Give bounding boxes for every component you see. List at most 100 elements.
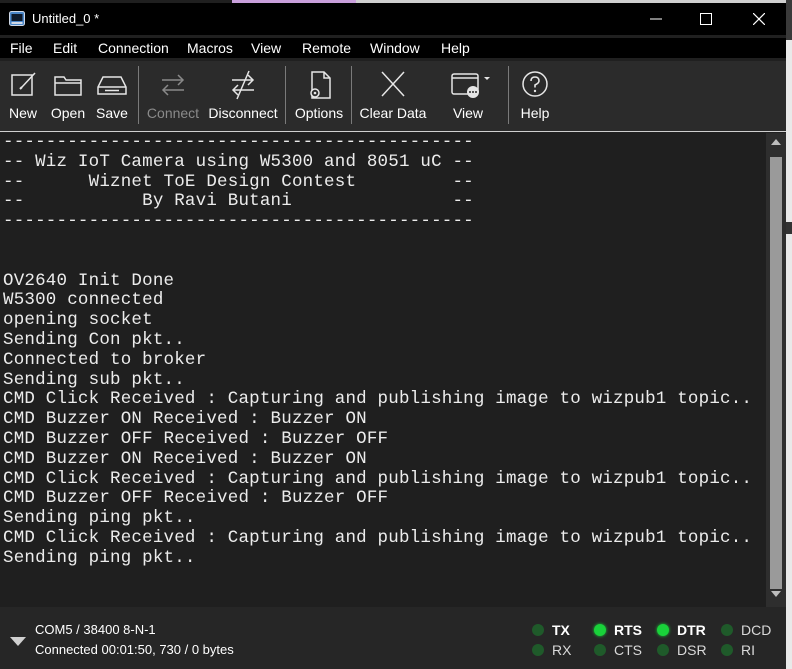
led-ri — [721, 644, 733, 656]
minimize-button[interactable] — [633, 3, 679, 35]
options-document-gear-icon — [310, 71, 331, 99]
terminal-line: W5300 connected — [3, 290, 164, 311]
clear-data-button[interactable]: Clear Data — [358, 61, 428, 131]
terminal-line: CMD Buzzer OFF Received : Buzzer OFF — [3, 488, 389, 509]
toolbar: New Open Save Connect Disconnect Options… — [0, 61, 786, 131]
disconnect-icon — [231, 70, 255, 100]
terminal-output[interactable]: ----------------------------------------… — [0, 133, 766, 607]
signal-rts: RTS — [614, 622, 642, 638]
terminal-line: Sending Con pkt.. — [3, 329, 185, 350]
terminal-text: ----------------------------------------… — [0, 133, 766, 569]
close-button[interactable] — [736, 3, 782, 35]
terminal-line: CMD Buzzer ON Received : Buzzer ON — [3, 409, 367, 430]
signal-dcd: DCD — [741, 622, 772, 638]
menu-remote[interactable]: Remote — [302, 40, 351, 56]
connect-label: Connect — [146, 105, 200, 121]
save-label: Save — [96, 105, 128, 121]
help-button[interactable]: Help — [515, 61, 555, 131]
app-window: Untitled_0 * File Edit Connection Macros… — [0, 3, 786, 669]
toolbar-separator — [508, 66, 509, 124]
window-title: Untitled_0 * — [32, 11, 100, 26]
led-dcd — [721, 624, 733, 636]
led-cts — [594, 644, 606, 656]
terminal-line: CMD Buzzer OFF Received : Buzzer OFF — [3, 428, 389, 449]
menu-view[interactable]: View — [251, 40, 281, 56]
folder-icon — [54, 76, 82, 96]
help-label: Help — [520, 105, 550, 121]
new-label: New — [8, 105, 37, 121]
led-dtr — [657, 624, 669, 636]
disconnect-label: Disconnect — [208, 105, 278, 121]
terminal-line: -- Wiznet ToE Design Contest -- — [3, 171, 474, 192]
terminal-line: CMD Click Received : Capturing and publi… — [3, 527, 753, 548]
led-tx — [532, 624, 544, 636]
terminal-line: ----------------------------------------… — [3, 133, 474, 152]
maximize-icon — [700, 13, 712, 25]
signal-cts: CTS — [614, 642, 642, 658]
maximize-button[interactable] — [683, 3, 729, 35]
collapse-arrow-icon[interactable] — [10, 637, 26, 646]
terminal-line: ----------------------------------------… — [3, 211, 474, 232]
led-rx — [532, 644, 544, 656]
view-button[interactable]: View — [440, 61, 496, 131]
clear-data-label: Clear Data — [359, 105, 427, 121]
menu-window[interactable]: Window — [370, 40, 420, 56]
connect-button[interactable]: Connect — [144, 61, 202, 131]
menu-help[interactable]: Help — [441, 40, 470, 56]
menu-bar: File Edit Connection Macros View Remote … — [0, 38, 786, 58]
terminal-line: Connected to broker — [3, 349, 207, 370]
signal-ri: RI — [741, 642, 755, 658]
open-label: Open — [50, 105, 86, 121]
options-button[interactable]: Options — [291, 61, 347, 131]
terminal-line: opening socket — [3, 310, 153, 331]
status-bar: COM5 / 38400 8-N-1 Connected 00:01:50, 7… — [0, 607, 786, 669]
menu-macros[interactable]: Macros — [187, 40, 233, 56]
help-question-icon — [522, 71, 548, 97]
signal-tx: TX — [552, 622, 570, 638]
title-bar: Untitled_0 * — [0, 3, 786, 35]
clear-x-icon — [381, 71, 405, 97]
led-rts — [594, 624, 606, 636]
menu-edit[interactable]: Edit — [53, 40, 77, 56]
connect-icon — [161, 74, 185, 96]
scroll-up-icon[interactable] — [771, 139, 781, 145]
signal-rx: RX — [552, 642, 572, 658]
port-settings: COM5 / 38400 8-N-1 — [35, 622, 156, 637]
terminal-line: CMD Click Received : Capturing and publi… — [3, 389, 753, 410]
minimize-icon — [650, 18, 662, 20]
toolbar-separator — [138, 66, 139, 124]
open-button[interactable]: Open — [48, 61, 88, 131]
vertical-scrollbar[interactable] — [766, 133, 786, 607]
connection-status: Connected 00:01:50, 730 / 0 bytes — [35, 642, 234, 657]
terminal-line: -- By Ravi Butani -- — [3, 191, 474, 212]
menu-connection[interactable]: Connection — [98, 40, 169, 56]
menu-file[interactable]: File — [10, 40, 33, 56]
signal-dtr: DTR — [677, 622, 706, 638]
scroll-down-icon[interactable] — [771, 591, 781, 597]
terminal-line: CMD Buzzer ON Received : Buzzer ON — [3, 448, 367, 469]
disconnect-button[interactable]: Disconnect — [206, 61, 280, 131]
led-dsr — [657, 644, 669, 656]
drive-icon — [97, 76, 127, 95]
new-document-icon — [11, 72, 36, 96]
background-window-edge — [786, 0, 792, 669]
scrollbar-thumb[interactable] — [770, 157, 782, 589]
toolbar-separator — [351, 66, 352, 124]
app-icon — [9, 11, 25, 26]
terminal-line: Sending sub pkt.. — [3, 369, 185, 390]
terminal-line: -- Wiz IoT Camera using W5300 and 8051 u… — [3, 151, 474, 172]
options-label: Options — [294, 105, 344, 121]
save-button[interactable]: Save — [92, 61, 132, 131]
terminal-line: CMD Click Received : Capturing and publi… — [3, 468, 753, 489]
view-window-icon — [451, 73, 490, 98]
new-button[interactable]: New — [4, 61, 42, 131]
terminal-line: Sending ping pkt.. — [3, 547, 196, 568]
signal-dsr: DSR — [677, 642, 707, 658]
view-label: View — [452, 105, 484, 121]
toolbar-separator — [285, 66, 286, 124]
terminal-line: Sending ping pkt.. — [3, 508, 196, 529]
close-icon — [753, 13, 765, 25]
terminal-panel: ----------------------------------------… — [0, 131, 786, 611]
